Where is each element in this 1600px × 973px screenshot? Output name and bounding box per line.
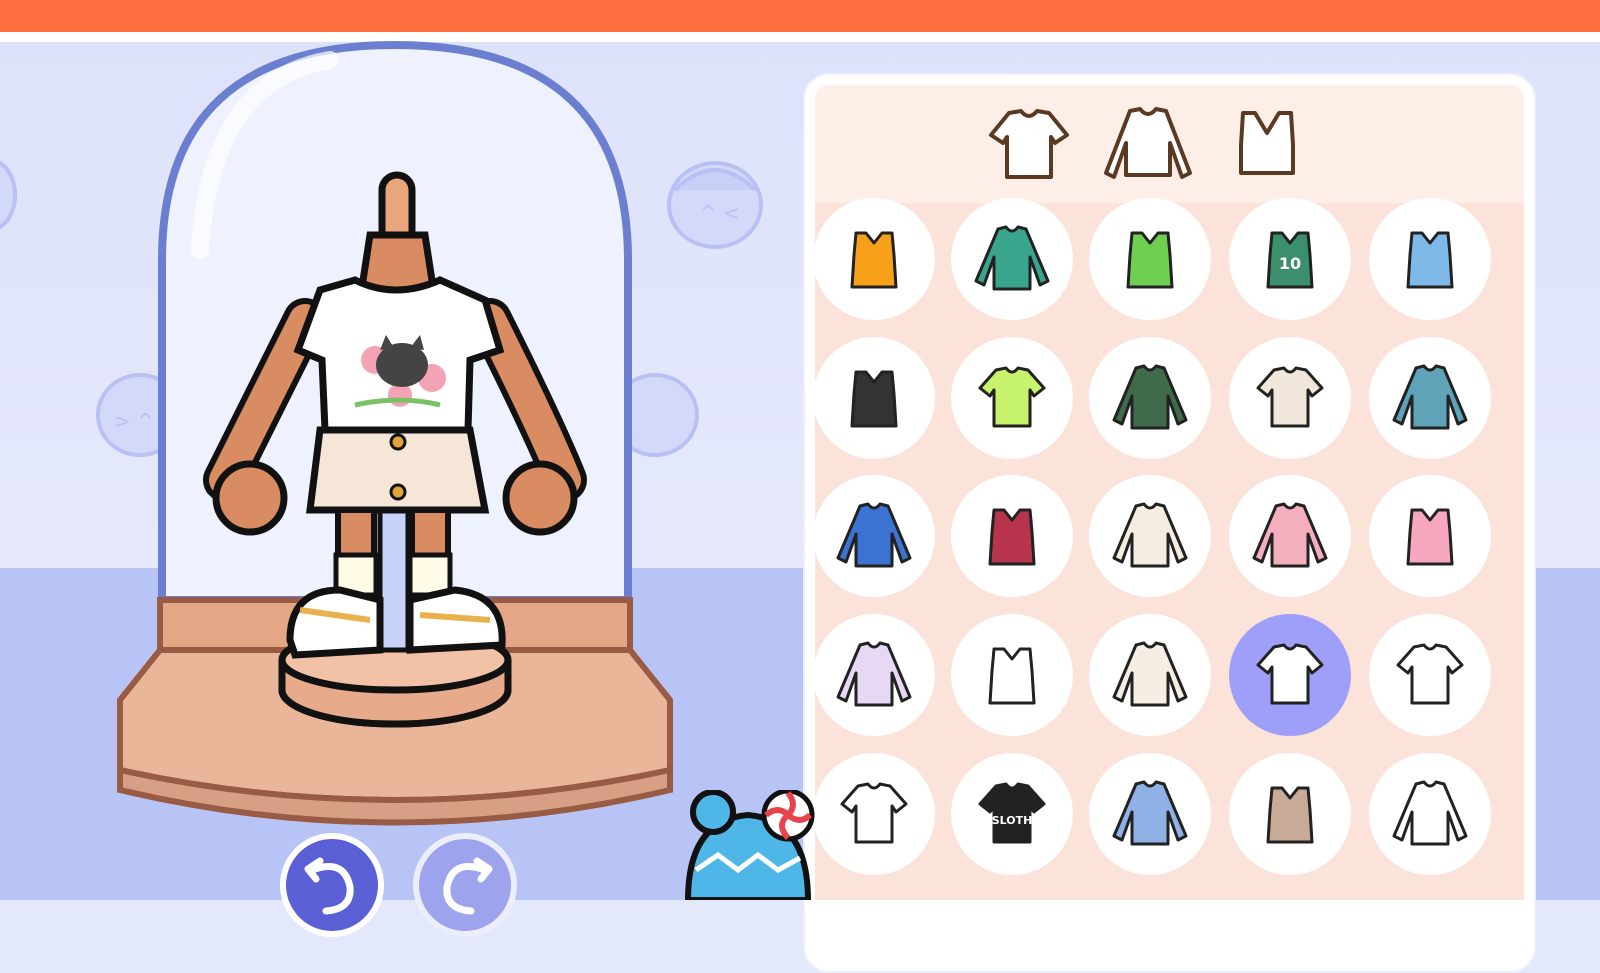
garment-slot[interactable] bbox=[951, 614, 1073, 736]
category-tab-bar bbox=[815, 85, 1524, 203]
tank-top-outline-icon bbox=[1239, 111, 1295, 175]
garment-slot[interactable] bbox=[1089, 337, 1211, 459]
display-dome bbox=[117, 40, 673, 826]
blue-ruffle-crop-top-icon bbox=[1406, 231, 1454, 289]
undo-button[interactable] bbox=[280, 833, 384, 937]
green-leopard-top-icon bbox=[1126, 231, 1174, 289]
garment-slot[interactable] bbox=[1369, 614, 1491, 736]
tab-tshirts[interactable] bbox=[983, 103, 1075, 189]
undo-arrow-icon bbox=[304, 857, 354, 915]
sunflower-hawaiian-shirt-icon bbox=[836, 502, 912, 568]
tab-long-sleeves[interactable] bbox=[1102, 103, 1194, 189]
mascot-character bbox=[684, 790, 815, 900]
garment-slot[interactable] bbox=[813, 753, 935, 875]
garment-slot[interactable] bbox=[1089, 753, 1211, 875]
pink-striped-cami-icon bbox=[1406, 508, 1454, 566]
cat-flower-tee-icon bbox=[1256, 643, 1324, 705]
teal-vest-shirt-icon bbox=[974, 225, 1050, 291]
white-collar-shirt-icon bbox=[1392, 780, 1468, 846]
basketball-jersey-icon: 10 bbox=[1266, 231, 1314, 289]
garment-slot[interactable] bbox=[1089, 614, 1211, 736]
white-tee-icon bbox=[1396, 643, 1464, 705]
garment-slot[interactable] bbox=[1229, 753, 1351, 875]
white-tank-top-icon bbox=[988, 647, 1036, 705]
pink-bow-cardigan-icon bbox=[1252, 502, 1328, 568]
garment-slot[interactable]: SLOTH bbox=[951, 753, 1073, 875]
lime-layered-top-icon bbox=[978, 366, 1046, 428]
garment-slot[interactable] bbox=[1089, 198, 1211, 320]
garment-slot[interactable] bbox=[951, 198, 1073, 320]
garment-slot[interactable] bbox=[813, 198, 935, 320]
white-crop-tee-icon bbox=[840, 782, 908, 844]
tan-tube-top-icon bbox=[1266, 786, 1314, 844]
garment-slot[interactable] bbox=[1229, 614, 1351, 736]
slomo-print-tee-icon bbox=[1256, 366, 1324, 428]
garment-slot[interactable] bbox=[1229, 337, 1351, 459]
redo-button[interactable] bbox=[413, 833, 517, 937]
striped-polo-sweater-icon bbox=[1112, 364, 1188, 430]
black-checker-crop-top-icon bbox=[850, 370, 898, 428]
garment-print-text: SLOTH bbox=[992, 814, 1033, 827]
garment-slot[interactable] bbox=[1089, 475, 1211, 597]
garment-slot[interactable] bbox=[1369, 753, 1491, 875]
garment-slot[interactable] bbox=[1369, 475, 1491, 597]
teal-stripe-shirt-icon bbox=[1392, 364, 1468, 430]
black-graphic-tee-icon: SLOTH bbox=[978, 782, 1046, 844]
garment-slot[interactable] bbox=[1369, 198, 1491, 320]
tshirt-outline-icon bbox=[989, 109, 1069, 179]
long-sleeve-outline-icon bbox=[1104, 107, 1192, 179]
tab-tank-tops[interactable] bbox=[1221, 103, 1313, 189]
garment-slot[interactable] bbox=[951, 475, 1073, 597]
blue-striped-long-sleeve-icon bbox=[1112, 780, 1188, 846]
red-plaid-corset-icon bbox=[988, 508, 1036, 566]
redo-arrow-icon bbox=[443, 857, 493, 915]
cream-bow-blouse-icon bbox=[1112, 502, 1188, 568]
garment-slot[interactable] bbox=[1229, 475, 1351, 597]
garment-slot[interactable] bbox=[813, 475, 935, 597]
garment-slot[interactable] bbox=[1369, 337, 1491, 459]
garment-slot[interactable] bbox=[813, 337, 935, 459]
garment-slot[interactable]: 10 bbox=[1229, 198, 1351, 320]
garment-slot[interactable] bbox=[951, 337, 1073, 459]
garment-slot[interactable] bbox=[813, 614, 935, 736]
lilac-puff-sleeve-top-icon bbox=[836, 641, 912, 707]
garment-print-text: 10 bbox=[1279, 254, 1301, 273]
cream-turtleneck-icon bbox=[1112, 641, 1188, 707]
orange-halter-top-icon bbox=[850, 231, 898, 289]
